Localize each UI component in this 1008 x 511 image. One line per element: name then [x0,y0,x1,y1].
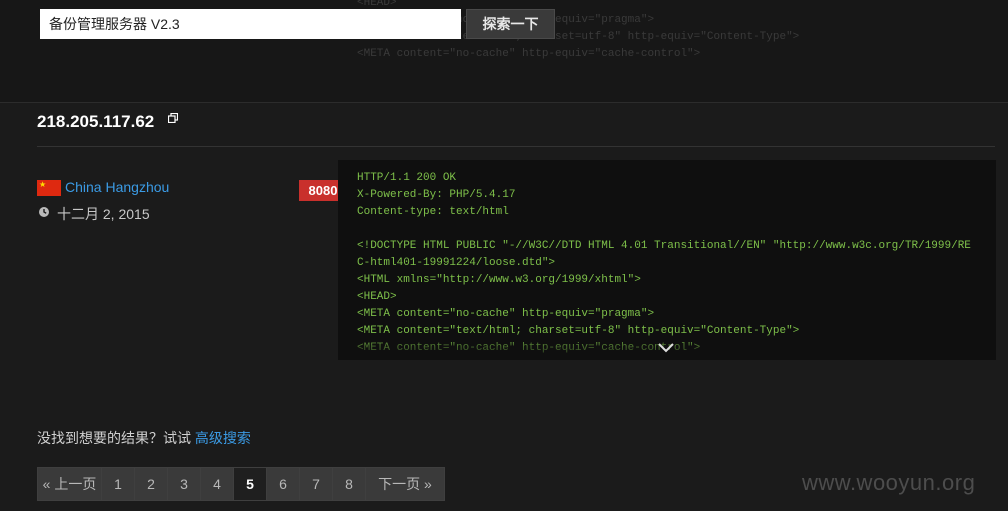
page-link-1[interactable]: 1 [101,467,135,501]
next-page-button[interactable]: 下一页 » [365,467,445,501]
advanced-search-link[interactable]: 高级搜索 [195,430,251,446]
search-input[interactable] [40,9,461,39]
no-result-hint: 没找到想要的结果？试试 高级搜索 [37,428,251,448]
result-date: 十二月 2, 2015 [57,206,150,222]
result-divider [37,146,995,147]
search-button[interactable]: 探索一下 [466,9,555,39]
service-banner: HTTP/1.1 200 OK X-Powered-By: PHP/5.4.17… [357,172,971,354]
chevron-down-icon[interactable] [658,343,674,353]
pagination: « 上一页 1 2 3 4 5 6 7 8 下一页 » [37,467,445,501]
search-header: <HEAD> <META content="no-cache" http-equ… [0,0,1008,102]
page-link-4[interactable]: 4 [200,467,234,501]
location-link[interactable]: China Hangzhou [65,179,169,195]
china-flag-icon: ★ [37,180,61,196]
page-link-5-current[interactable]: 5 [233,467,267,501]
external-link-icon[interactable] [168,113,178,123]
page-link-7[interactable]: 7 [299,467,333,501]
no-result-text: 没找到想要的结果？试试 [37,430,195,446]
banner-panel: HTTP/1.1 200 OK X-Powered-By: PHP/5.4.17… [338,160,996,360]
result-ip-title[interactable]: 218.205.117.62 [37,112,154,132]
page-link-2[interactable]: 2 [134,467,168,501]
page-link-6[interactable]: 6 [266,467,300,501]
clock-icon [39,207,49,217]
prev-page-button[interactable]: « 上一页 [37,467,102,501]
site-watermark: www.wooyun.org [802,470,976,495]
page-link-8[interactable]: 8 [332,467,366,501]
page-link-3[interactable]: 3 [167,467,201,501]
header-divider [0,102,1008,103]
